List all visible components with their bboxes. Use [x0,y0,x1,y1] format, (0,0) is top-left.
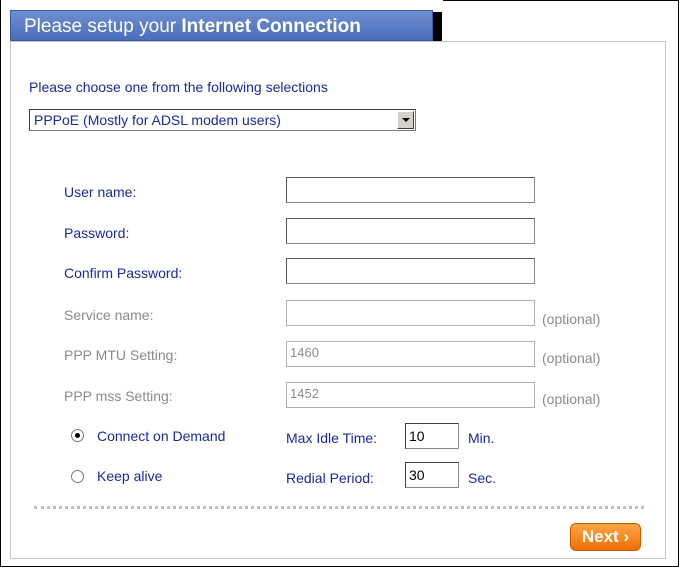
user-name-input[interactable] [286,177,535,203]
max-idle-time-unit: Min. [468,430,495,446]
confirm-password-input[interactable] [286,258,535,284]
mss-setting-input[interactable]: 1452 [286,382,535,408]
service-name-input[interactable] [286,300,535,326]
redial-period-label: Redial Period: [286,470,374,486]
connection-type-select[interactable]: PPPoE (Mostly for ADSL modem users) [29,109,416,131]
frame-top-edge [443,0,679,1]
confirm-password-label: Confirm Password: [64,265,183,281]
section-divider [34,506,644,509]
mtu-setting-label: PPP MTU Setting: [64,347,178,363]
page-title-prefix: Please setup your [24,16,182,37]
redial-period-input[interactable]: 30 [405,462,459,488]
connect-on-demand-radio[interactable] [71,429,84,442]
page-title-bold: Internet Connection [181,16,361,37]
connect-on-demand-label[interactable]: Connect on Demand [97,428,225,444]
mss-setting-label: PPP mss Setting: [64,388,173,404]
connection-type-prompt: Please choose one from the following sel… [29,79,328,95]
user-name-label: User name: [64,184,137,200]
service-name-optional-hint: (optional) [542,311,601,327]
connection-type-selected-value: PPPoE (Mostly for ADSL modem users) [34,112,281,128]
mtu-setting-input[interactable]: 1460 [286,341,535,367]
redial-period-unit: Sec. [468,470,497,486]
service-name-label: Service name: [64,307,154,323]
mss-setting-optional-hint: (optional) [542,391,601,407]
keep-alive-radio[interactable] [71,470,84,483]
page-title: Please setup your Internet Connection [24,16,361,38]
password-label: Password: [64,225,130,241]
next-button[interactable]: Next › [570,523,641,551]
max-idle-time-label: Max Idle Time: [286,430,378,446]
chevron-down-icon[interactable] [397,111,414,129]
max-idle-time-input[interactable]: 10 [405,423,459,449]
keep-alive-label[interactable]: Keep alive [97,468,162,484]
header-tab-shadow [433,12,442,42]
password-input[interactable] [286,218,535,244]
mtu-setting-optional-hint: (optional) [542,350,601,366]
